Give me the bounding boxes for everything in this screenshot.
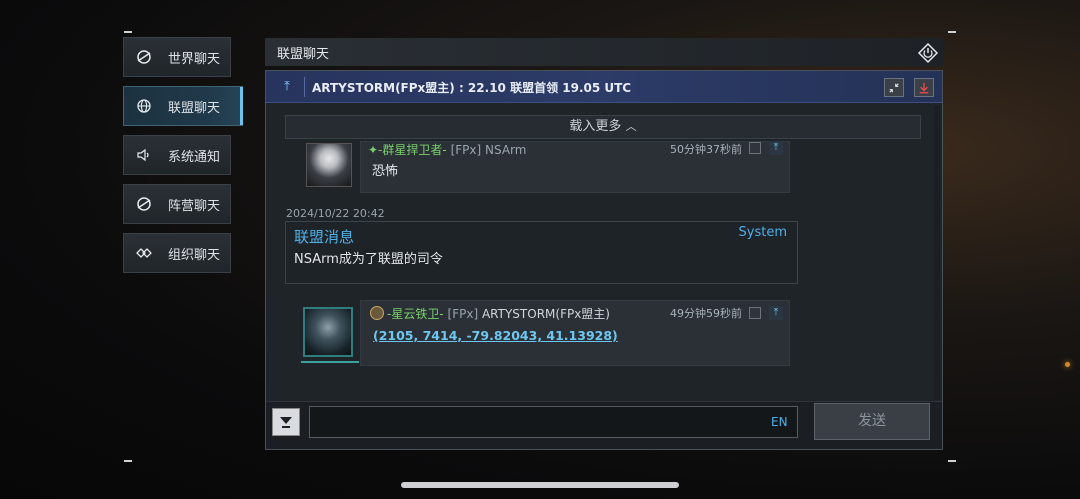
sidebar-item-system-notice[interactable]: 系统通知 xyxy=(123,135,231,175)
rank-label: ✦-群星捍卫者- xyxy=(368,143,447,157)
home-indicator[interactable] xyxy=(401,482,679,488)
power-icon xyxy=(917,42,939,64)
download-icon xyxy=(919,82,929,93)
sidebar-item-world-chat[interactable]: 世界聊天 xyxy=(123,37,231,77)
pin-arrow-icon[interactable]: ⤒ xyxy=(769,141,783,155)
input-language[interactable]: EN xyxy=(771,415,788,429)
globe-icon xyxy=(136,98,152,114)
sidebar-item-faction-chat[interactable]: 阵营聊天 xyxy=(123,184,231,224)
pinned-message-bar: ⤒ ARTYSTORM(FPx盟主) : 22.10 联盟首领 19.05 UT… xyxy=(266,71,942,103)
alliance-tag: [FPx] xyxy=(450,143,482,157)
copy-icon[interactable] xyxy=(749,307,761,319)
sidebar-item-org-chat[interactable]: 组织聊天 xyxy=(123,233,231,273)
pinned-download-button[interactable] xyxy=(914,78,934,97)
sidebar-item-label: 世界聊天 xyxy=(168,51,221,67)
pin-arrow-icon[interactable]: ⤒ xyxy=(769,306,783,320)
emoji-toggle-button[interactable] xyxy=(272,408,300,436)
avatar[interactable] xyxy=(306,143,352,187)
pinned-message-text: ARTYSTORM(FPx盟主) : 22.10 联盟首领 19.05 UTC xyxy=(312,81,632,95)
load-more-label: 载入更多 xyxy=(569,119,622,134)
avatar[interactable] xyxy=(301,307,359,363)
chat-message-input[interactable] xyxy=(309,406,798,438)
rank-badge-icon xyxy=(370,306,384,320)
message-date: 2024/10/22 20:42 xyxy=(286,207,385,220)
sidebar-item-label: 阵营聊天 xyxy=(168,198,221,214)
copy-icon[interactable] xyxy=(749,142,761,154)
frame-corner xyxy=(948,460,956,462)
chat-input-row: EN 发送 xyxy=(266,401,942,449)
message-time: 50分钟37秒前 xyxy=(670,143,742,156)
speaker-icon xyxy=(136,147,152,163)
page-title: 联盟聊天 xyxy=(277,46,330,62)
pinned-expand-button[interactable] xyxy=(884,78,904,97)
close-chat-button[interactable] xyxy=(917,42,939,64)
frame-corner xyxy=(124,31,132,33)
world-chat-icon xyxy=(136,49,152,65)
background-glint xyxy=(1065,362,1070,367)
coordinate-link[interactable]: (2105, 7414, -79.82043, 41.13928) xyxy=(373,328,618,343)
sidebar-item-label: 系统通知 xyxy=(168,149,221,165)
sidebar-item-label: 联盟聊天 xyxy=(168,100,221,116)
chat-panel: ⤒ ARTYSTORM(FPx盟主) : 22.10 联盟首领 19.05 UT… xyxy=(265,70,943,450)
alliance-tag: [FPx] xyxy=(447,307,479,321)
scrollbar[interactable] xyxy=(934,105,940,400)
message-time: 49分钟59秒前 xyxy=(670,307,742,320)
system-tag: System xyxy=(738,225,787,240)
sender-name: ARTYSTORM(FPx盟主) xyxy=(481,307,610,321)
chevron-up-icon: ︿ xyxy=(625,120,637,133)
sidebar-item-label: 组织聊天 xyxy=(168,247,221,263)
system-message-title: 联盟消息 xyxy=(294,228,355,246)
frame-corner xyxy=(948,31,956,33)
send-button[interactable]: 发送 xyxy=(814,403,930,440)
message-text: 恐怖 xyxy=(372,164,399,179)
chat-title-bar: 联盟聊天 xyxy=(265,38,943,66)
system-message: 联盟消息 System NSArm成为了联盟的司令 xyxy=(285,221,798,284)
diamond-link-icon xyxy=(136,245,152,261)
sender-name: NSArm xyxy=(485,143,527,157)
message-sender[interactable]: ✦-群星捍卫者- [FPx] NSArm xyxy=(368,141,526,158)
frame-corner xyxy=(124,460,132,462)
planet-icon xyxy=(136,196,152,212)
pin-arrow-icon[interactable]: ⤒ xyxy=(278,79,296,95)
expand-icon xyxy=(889,82,899,93)
system-message-body: NSArm成为了联盟的司令 xyxy=(294,252,443,267)
rank-label: -星云铁卫- xyxy=(387,307,444,321)
message-sender[interactable]: -星云铁卫- [FPx] ARTYSTORM(FPx盟主) xyxy=(387,305,610,322)
divider xyxy=(304,77,305,97)
sidebar-item-alliance-chat[interactable]: 联盟聊天 xyxy=(123,86,243,126)
load-more-button[interactable]: 载入更多 ︿ xyxy=(285,115,921,139)
chevron-down-icon xyxy=(280,417,292,428)
